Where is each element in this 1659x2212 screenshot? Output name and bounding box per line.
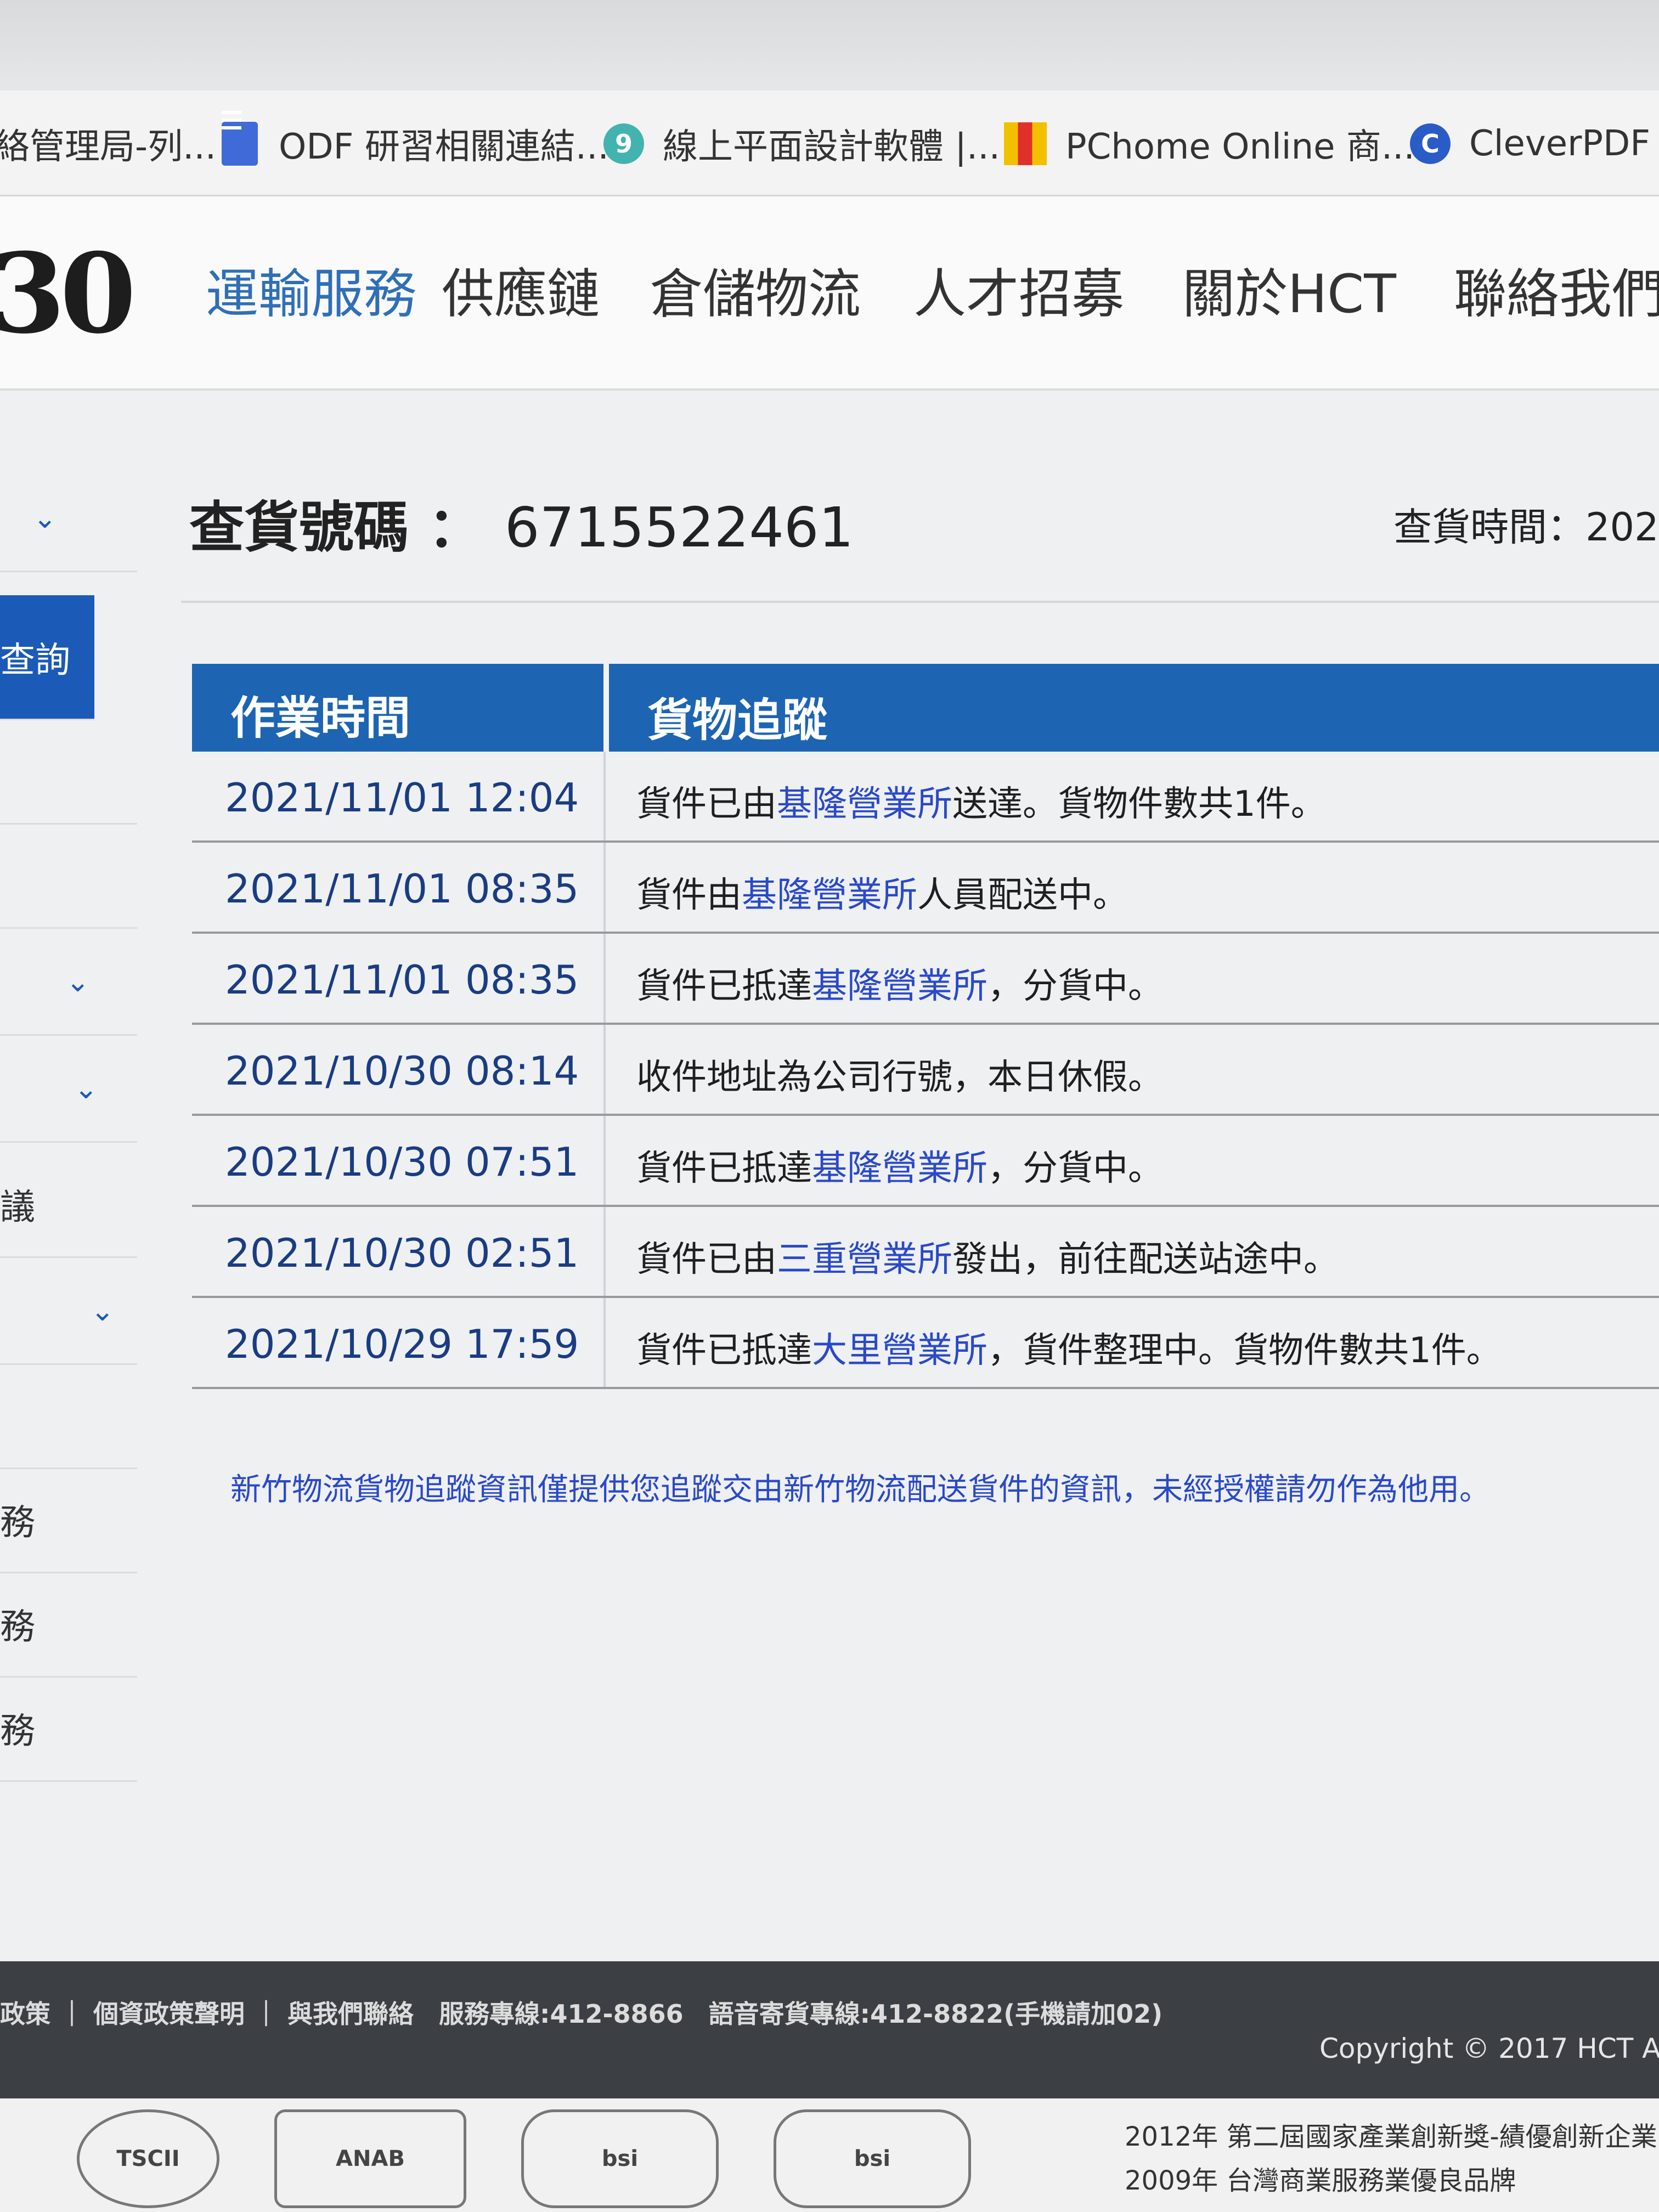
header-cargo-tracking: 貨物追蹤 xyxy=(647,695,828,747)
doc-icon xyxy=(219,122,260,166)
row-time: 2021/11/01 08:35 xyxy=(225,866,579,912)
row-time: 2021/11/01 12:04 xyxy=(225,775,579,821)
bookmark-item[interactable]: 絡管理局-列... xyxy=(0,114,216,174)
site-footer: 政策 ｜ 個資政策聲明 ｜ 與我們聯絡 服務專線:412-8866 語音寄貨專線… xyxy=(0,1961,1659,2212)
nav-contact-us[interactable]: 聯絡我們 xyxy=(1454,251,1659,328)
row-status: 貨件已抵達基隆營業所，分貨中。 xyxy=(636,966,1163,1007)
station-link[interactable]: 基隆營業所 xyxy=(812,966,988,1007)
bookmark-label: PChome Online 商... xyxy=(1065,127,1415,167)
nav-recruitment[interactable]: 人才招募 xyxy=(913,251,1124,328)
bookmark-item[interactable]: 9 線上平面設計軟體 |... xyxy=(603,114,1000,174)
design-tool-icon: 9 xyxy=(603,123,644,164)
sidebar-item[interactable] xyxy=(0,1363,137,1469)
table-row: 2021/10/30 08:14 收件地址為公司行號，本日休假。 xyxy=(192,1025,1659,1116)
cleverpdf-icon: C xyxy=(1410,123,1451,164)
bookmark-item[interactable]: ODF 研習相關連結... xyxy=(219,114,609,174)
tracking-number-label: 查貨號碼 ： xyxy=(189,495,483,560)
table-row: 2021/10/30 07:51 貨件已抵達基隆營業所，分貨中。 xyxy=(192,1116,1659,1207)
sidebar-item[interactable]: ⌄ xyxy=(0,930,137,1036)
anab-badge-icon: ANAB xyxy=(274,2109,466,2208)
row-status: 貨件已抵達基隆營業所，分貨中。 xyxy=(636,1148,1163,1189)
table-row: 2021/10/30 02:51 貨件已由三重營業所發出，前往配送站途中。 xyxy=(192,1207,1659,1298)
table-row: 2021/11/01 08:35 貨件由基隆營業所人員配送中。 xyxy=(192,843,1659,934)
row-status: 貨件已由基隆營業所送達。貨物件數共1件。 xyxy=(636,784,1326,825)
chevron-down-icon: ⌄ xyxy=(33,502,57,535)
row-status: 貨件由基隆營業所人員配送中。 xyxy=(636,875,1128,916)
query-time-label: 查貨時間：202 xyxy=(1393,505,1659,550)
bookmark-label: ODF 研習相關連結... xyxy=(279,127,609,167)
tracking-number-value: 6715522461 xyxy=(504,495,854,560)
sidebar-item[interactable]: ⌄ xyxy=(0,1037,137,1143)
sidebar-item[interactable]: 務 xyxy=(0,1468,137,1573)
table-header: 作業時間 貨物追蹤 xyxy=(192,664,1659,752)
sidebar-item[interactable]: 議 xyxy=(0,1152,137,1258)
bookmark-item[interactable]: C CleverPDF - xyxy=(1410,114,1659,174)
nav-transport-services[interactable]: 運輸服務 xyxy=(206,251,416,328)
row-time: 2021/10/29 17:59 xyxy=(225,1321,579,1367)
sidebar-item-query[interactable]: 查詢 xyxy=(0,595,94,720)
sidebar-menu: ⌄ 查詢 ⌄ ⌄ 議 ⌄ 務 務 務 xyxy=(0,390,137,1953)
table-row: 2021/11/01 08:35 貨件已抵達基隆營業所，分貨中。 xyxy=(192,934,1659,1025)
row-time: 2021/10/30 02:51 xyxy=(225,1230,579,1276)
row-time: 2021/10/30 07:51 xyxy=(225,1139,579,1185)
station-link[interactable]: 基隆營業所 xyxy=(812,1148,988,1189)
sidebar-item[interactable] xyxy=(0,823,137,929)
station-link[interactable]: 基隆營業所 xyxy=(742,875,917,916)
station-link[interactable]: 基隆營業所 xyxy=(777,784,952,825)
chevron-down-icon: ⌄ xyxy=(66,966,90,998)
bookmark-label: 線上平面設計軟體 |... xyxy=(663,127,1000,167)
sidebar-item[interactable]: ⌄ xyxy=(0,466,137,572)
browser-top-band xyxy=(0,0,1659,91)
sidebar-item[interactable]: 務 xyxy=(0,1572,137,1678)
sidebar-item[interactable]: ⌄ xyxy=(0,1259,137,1365)
nav-about-hct[interactable]: 關於HCT xyxy=(1182,251,1396,328)
divider xyxy=(181,601,1659,603)
tracking-number-heading: 查貨號碼 ： 6715522461 xyxy=(189,483,854,562)
bsi-badge-icon: bsi xyxy=(521,2109,719,2208)
table-row: 2021/10/29 17:59 貨件已抵達大里營業所，貨件整理中。貨物件數共1… xyxy=(192,1298,1659,1389)
tracking-disclaimer: 新竹物流貨物追蹤資訊僅提供您追蹤交由新竹物流配送貨件的資訊，未經授權請勿作為他用… xyxy=(230,1472,1490,1508)
chevron-down-icon: ⌄ xyxy=(74,1073,98,1105)
row-time: 2021/11/01 08:35 xyxy=(225,957,579,1003)
header-operation-time: 作業時間 xyxy=(230,692,411,744)
row-time: 2021/10/30 08:14 xyxy=(225,1048,579,1094)
row-status: 貨件已抵達大里營業所，貨件整理中。貨物件數共1件。 xyxy=(636,1330,1502,1371)
tscii-badge-icon: TSCII xyxy=(77,2109,219,2208)
awards-strip: TSCII ANAB bsi bsi 2012年 第二屆國家產業創新獎-績優創新… xyxy=(0,2098,1659,2212)
station-link[interactable]: 三重營業所 xyxy=(777,1239,952,1280)
row-status: 貨件已由三重營業所發出，前往配送站途中。 xyxy=(636,1239,1339,1280)
bookmark-label: CleverPDF - xyxy=(1469,123,1659,164)
chevron-down-icon: ⌄ xyxy=(91,1295,115,1328)
award-text: 2012年 第二屆國家產業創新獎-績優創新企業 2009年 台灣商業服務業優良品… xyxy=(1125,2121,1657,2196)
copyright-text: Copyright © 2017 HCT Al xyxy=(1319,2033,1659,2064)
bsi-badge-icon: bsi xyxy=(774,2109,971,2208)
bookmark-label: 絡管理局-列... xyxy=(0,127,217,167)
sidebar-item[interactable]: 務 xyxy=(0,1676,137,1782)
site-navbar: 30 運輸服務 供應鏈 倉儲物流 人才招募 關於HCT 聯絡我們 xyxy=(0,196,1659,391)
pchome-icon xyxy=(1004,122,1047,165)
table-row: 2021/11/01 12:04 貨件已由基隆營業所送達。貨物件數共1件。 xyxy=(192,752,1659,843)
bookmarks-bar: 絡管理局-列... ODF 研習相關連結... 9 線上平面設計軟體 |... … xyxy=(0,91,1659,196)
station-link[interactable]: 大里營業所 xyxy=(812,1330,988,1371)
sidebar-item[interactable] xyxy=(0,719,137,825)
site-logo[interactable]: 30 xyxy=(0,229,136,358)
row-status: 收件地址為公司行號，本日休假。 xyxy=(636,1057,1163,1098)
footer-links[interactable]: 政策 ｜ 個資政策聲明 ｜ 與我們聯絡 服務專線:412-8866 語音寄貨專線… xyxy=(0,1994,1163,2030)
sidebar-item-label: 查詢 xyxy=(0,640,70,681)
nav-supply-chain[interactable]: 供應鏈 xyxy=(442,251,600,328)
nav-warehousing[interactable]: 倉儲物流 xyxy=(650,251,861,328)
bookmark-item[interactable]: PChome Online 商... xyxy=(1004,114,1415,174)
